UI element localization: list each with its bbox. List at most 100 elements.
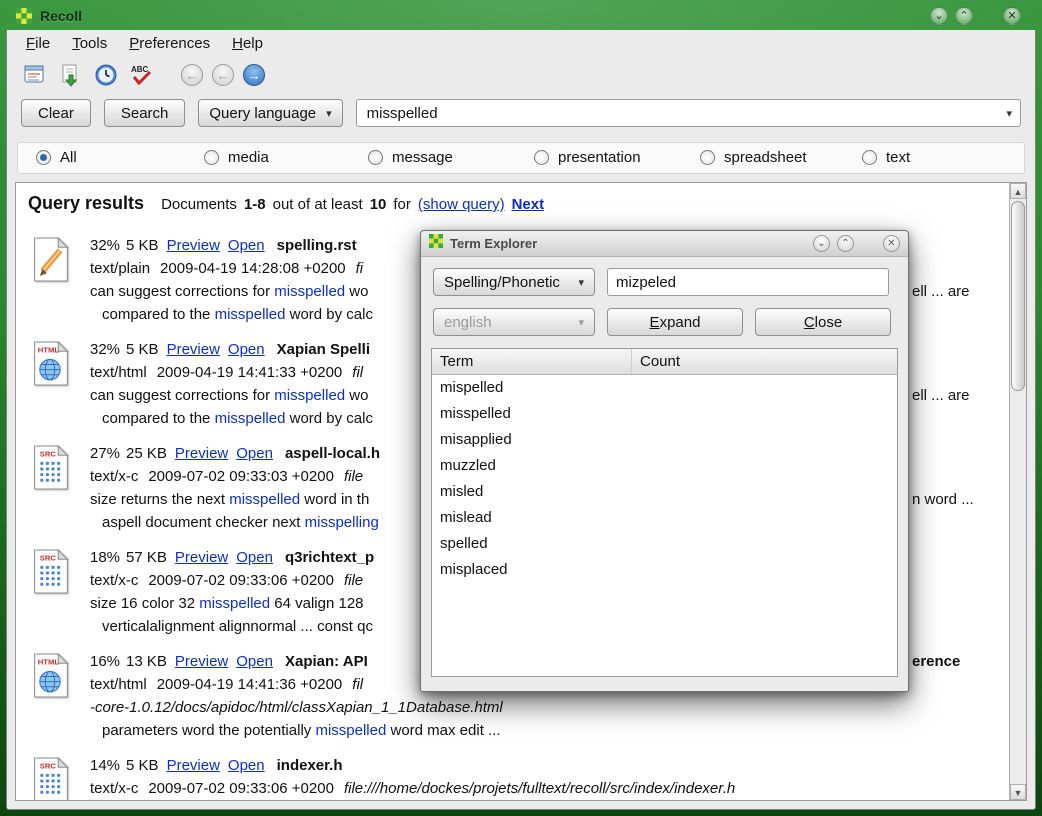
window-close-button[interactable]: ✕: [1003, 7, 1021, 25]
expand-button[interactable]: Expand: [607, 308, 743, 336]
term-row[interactable]: spelled: [432, 531, 897, 557]
filter-all[interactable]: All: [36, 149, 77, 166]
open-link[interactable]: Open: [228, 237, 265, 254]
term-list: mispelledmisspelledmisappliedmuzzledmisl…: [432, 375, 897, 583]
result-url: fi: [356, 260, 364, 277]
filter-text[interactable]: text: [862, 149, 910, 166]
term-row[interactable]: mislead: [432, 505, 897, 531]
term-column-header[interactable]: Term: [432, 349, 632, 374]
menu-item-preferences[interactable]: Preferences: [120, 32, 219, 55]
result-size: 25 KB: [126, 445, 167, 462]
result-date: 2009-04-19 14:41:33 +0200: [157, 364, 343, 381]
result-date: 2009-07-02 09:33:06 +0200: [148, 572, 334, 589]
search-button[interactable]: Search: [104, 99, 186, 127]
chevron-down-icon[interactable]: ▾: [1006, 107, 1012, 120]
history-clock-icon[interactable]: [93, 62, 119, 88]
clear-button[interactable]: Clear: [21, 99, 91, 127]
snippet-segment: word in th: [300, 491, 369, 508]
term-input[interactable]: [607, 268, 889, 296]
result-score: 27%: [90, 445, 120, 462]
snippet-segment: word by calc: [285, 306, 373, 323]
open-link[interactable]: Open: [236, 653, 273, 670]
menu-item-file[interactable]: File: [17, 32, 59, 55]
result-headline: 14%5 KBPreviewOpenindexer.h: [90, 754, 1005, 777]
result-title: Xapian: API: [285, 653, 368, 670]
result-snippet: -core-1.0.12/docs/apidoc/html/classXapia…: [90, 696, 1005, 719]
radio-icon: [700, 150, 715, 165]
snippet-segment: word max edit ...: [386, 722, 500, 739]
term-row[interactable]: misled: [432, 479, 897, 505]
preview-link[interactable]: Preview: [175, 653, 228, 670]
count-column-header[interactable]: Count: [632, 353, 897, 370]
filter-media[interactable]: media: [204, 149, 269, 166]
snippet-segment: word by calc: [285, 410, 373, 427]
preview-link[interactable]: Preview: [167, 237, 220, 254]
scroll-down-icon[interactable]: ▼: [1010, 784, 1026, 800]
scrollbar-thumb[interactable]: [1011, 201, 1025, 391]
next-page-button[interactable]: →: [243, 64, 265, 86]
query-language-dropdown[interactable]: Query language ▾: [198, 99, 342, 127]
next-page-link[interactable]: Next: [512, 196, 545, 213]
snippet-right-fragment: ell ... are: [912, 280, 970, 303]
show-query-link[interactable]: (show query): [418, 196, 505, 213]
svg-text:SRC: SRC: [40, 449, 57, 458]
prev-page-button[interactable]: ←: [212, 64, 234, 86]
open-link[interactable]: Open: [236, 445, 273, 462]
open-link[interactable]: Open: [228, 341, 265, 358]
snippet-right-fragment: n word ...: [912, 488, 974, 511]
dialog-close-button[interactable]: ✕: [883, 235, 900, 252]
snippet-segment: wo: [345, 283, 368, 300]
result-date: 2009-04-19 14:41:36 +0200: [157, 676, 343, 693]
result-mimetype: text/x-c: [90, 468, 138, 485]
html-file-icon: HTML: [28, 338, 90, 442]
filter-label: message: [392, 149, 453, 166]
dialog-shade-button[interactable]: ⌄: [813, 235, 830, 252]
result-score: 18%: [90, 549, 120, 566]
term-row[interactable]: misspelled: [432, 401, 897, 427]
result-date: 2009-04-19 14:28:08 +0200: [160, 260, 346, 277]
search-input[interactable]: [365, 104, 1007, 123]
dialog-titlebar[interactable]: Term Explorer ⌄ ⌃ ✕: [421, 231, 908, 257]
chevron-down-icon: ▾: [578, 316, 584, 329]
shade-button[interactable]: ⌄: [930, 7, 948, 25]
open-link[interactable]: Open: [228, 757, 265, 774]
snippet-segment: can suggest corrections for: [90, 283, 274, 300]
scroll-up-icon[interactable]: ▲: [1010, 183, 1026, 199]
snippet-segment: size returns the next: [90, 491, 229, 508]
term-row[interactable]: misplaced: [432, 557, 897, 583]
result-snippet: parameters word the potentially misspell…: [90, 719, 1005, 742]
open-link[interactable]: Open: [236, 549, 273, 566]
term-row[interactable]: misapplied: [432, 427, 897, 453]
first-page-button[interactable]: ←: [181, 64, 203, 86]
dialog-restore-button[interactable]: ⌃: [837, 235, 854, 252]
document-edit-icon[interactable]: [21, 62, 47, 88]
filter-presentation[interactable]: presentation: [534, 149, 641, 166]
term-row[interactable]: mispelled: [432, 375, 897, 401]
snippet-segment: size 16 color 32: [90, 595, 199, 612]
result-size: 5 KB: [126, 237, 159, 254]
expansion-mode-dropdown[interactable]: Spelling/Phonetic ▾: [433, 268, 595, 296]
out-of-label: out of at least: [273, 196, 363, 213]
preview-link[interactable]: Preview: [175, 445, 228, 462]
document-save-icon[interactable]: [57, 62, 83, 88]
menu-bar: FileToolsPreferencesHelp: [7, 30, 272, 56]
result-size: 57 KB: [126, 549, 167, 566]
close-button[interactable]: Close: [755, 308, 891, 336]
result-url: fil: [352, 676, 363, 693]
filter-spreadsheet[interactable]: spreadsheet: [700, 149, 807, 166]
results-scrollbar[interactable]: ▲ ▼: [1009, 183, 1026, 800]
restore-button[interactable]: ⌃: [955, 7, 973, 25]
term-row[interactable]: muzzled: [432, 453, 897, 479]
menu-item-help[interactable]: Help: [223, 32, 272, 55]
menu-item-tools[interactable]: Tools: [63, 32, 116, 55]
filter-label: spreadsheet: [724, 149, 807, 166]
preview-link[interactable]: Preview: [167, 341, 220, 358]
filter-message[interactable]: message: [368, 149, 453, 166]
snippet-segment: parameters word the potentially: [102, 722, 315, 739]
spellcheck-icon[interactable]: ABC: [129, 62, 155, 88]
preview-link[interactable]: Preview: [175, 549, 228, 566]
search-combobox[interactable]: ▾: [356, 99, 1021, 127]
preview-link[interactable]: Preview: [167, 757, 220, 774]
src-file-icon: SRC: [28, 754, 90, 800]
filter-label: All: [60, 149, 77, 166]
